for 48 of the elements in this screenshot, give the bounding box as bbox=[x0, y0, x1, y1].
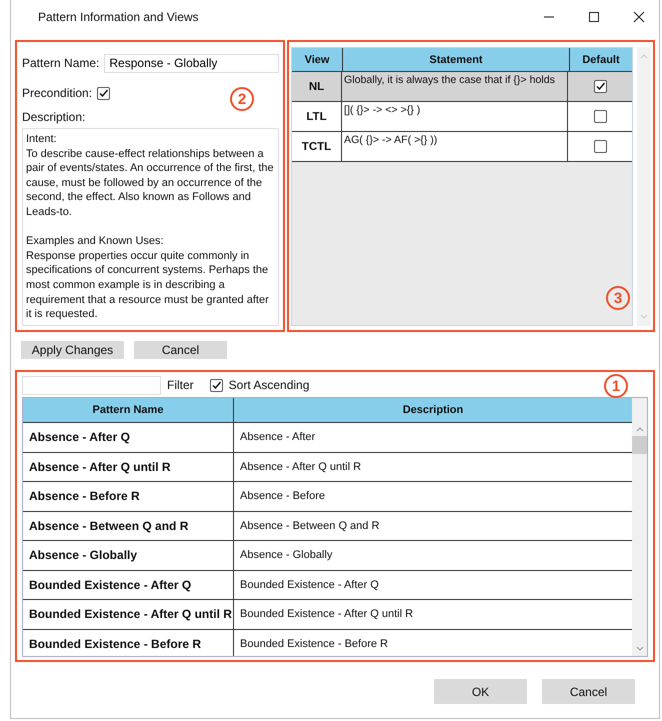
column-header: Description bbox=[402, 403, 464, 418]
scrollbar[interactable] bbox=[632, 398, 647, 656]
pattern-name-cell[interactable]: Absence - Globally bbox=[23, 541, 234, 570]
description-cell-text: Bounded Existence - After Q bbox=[239, 578, 380, 593]
default-checkbox[interactable] bbox=[594, 140, 606, 153]
pattern-name-cell[interactable]: Absence - Between Q and R bbox=[23, 512, 234, 540]
pattern-name-label: Pattern Name: bbox=[22, 56, 100, 70]
pattern-name-cell[interactable]: Absence - After Q until R bbox=[23, 452, 234, 481]
statement-cell: AG( {}> -> AF( >{} )) bbox=[342, 132, 568, 161]
description-label: Description: bbox=[22, 110, 86, 124]
column-header: Pattern Name bbox=[23, 398, 234, 422]
pattern-name-cell[interactable]: Absence - Before R bbox=[23, 482, 234, 510]
pattern-name-cell[interactable]: Bounded Existence - After Q bbox=[23, 570, 234, 599]
description-cell-text: Absence - After bbox=[239, 430, 316, 446]
description-cell-text: Absence - After Q until R bbox=[239, 460, 362, 475]
sort-checkbox[interactable] bbox=[210, 378, 223, 392]
view-row[interactable]: LTL []( {}> -> <> >{} ) bbox=[292, 101, 632, 131]
description-cell-text: Bounded Existence - Before R bbox=[239, 636, 389, 652]
scroll-thumb[interactable] bbox=[632, 436, 647, 454]
default-checkbox[interactable] bbox=[594, 80, 606, 93]
column-header: Default bbox=[581, 52, 621, 68]
view-row[interactable]: NL Globally, it is always the case that if {}> holds bbox=[292, 71, 632, 101]
description-cell-text: Bounded Existence - After Q until R bbox=[239, 607, 414, 622]
description-cell-text: Absence - Before bbox=[239, 489, 326, 504]
description-cell-text: Absence - Globally bbox=[239, 548, 334, 564]
callout-number: 2 bbox=[230, 87, 254, 111]
action-button[interactable]: Apply Changes bbox=[21, 341, 124, 359]
filter-field[interactable] bbox=[22, 376, 161, 394]
window-title: Pattern Information and Views bbox=[38, 10, 199, 24]
action-button[interactable]: Cancel bbox=[134, 341, 227, 359]
view-row[interactable]: TCTL AG( {}> -> AF( >{} )) bbox=[292, 131, 632, 162]
view-cell: TCTL bbox=[292, 132, 342, 161]
precondition-checkbox[interactable] bbox=[97, 86, 110, 100]
close-icon[interactable] bbox=[633, 11, 645, 23]
description-field[interactable]: Intent: To describe cause-effect relationships between a pair of events/states. An occurrence of the first, the cause, must be followed by an occurrence of the second, the effect. Also known as Follows and Leads-to. Examples and Known Uses: Response properties occur quite commonly in specifications of concurrent systems. Perhaps the most common example is in describing a requirement that a resource must be granted after it is requested. bbox=[22, 128, 279, 326]
filter-label: Filter bbox=[167, 378, 194, 392]
pattern-name-cell[interactable]: Absence - After Q bbox=[23, 423, 234, 452]
default-checkbox[interactable] bbox=[594, 110, 606, 123]
pattern-name-cell[interactable]: Bounded Existence - After Q until R bbox=[23, 600, 234, 628]
dialog-button[interactable]: OK bbox=[434, 679, 527, 704]
description-cell-text: Absence - Between Q and R bbox=[239, 518, 380, 534]
callout-number: 3 bbox=[606, 286, 630, 310]
precondition-label: Precondition: bbox=[22, 86, 92, 100]
dialog-button[interactable]: Cancel bbox=[542, 679, 635, 704]
maximize-icon[interactable] bbox=[588, 11, 600, 23]
pattern-name-field[interactable]: Response - Globally bbox=[104, 54, 279, 72]
pattern-name-cell[interactable]: Bounded Existence - Before R bbox=[23, 630, 234, 656]
sort-label: Sort Ascending bbox=[228, 378, 310, 392]
